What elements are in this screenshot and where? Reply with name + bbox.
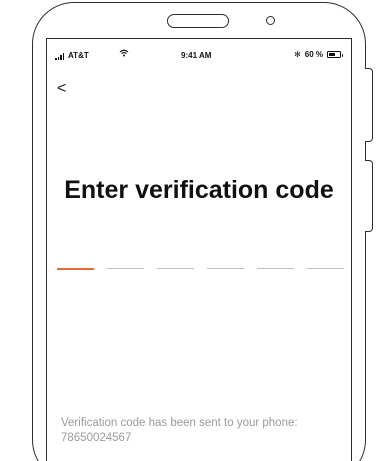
- wifi-icon: [119, 49, 129, 59]
- battery-icon: [327, 51, 343, 58]
- stage: AT&T 9:41 AM ✻ 60 % < Enter verification…: [0, 0, 390, 461]
- code-digit-slot[interactable]: [107, 268, 144, 269]
- code-digit-slot[interactable]: [257, 268, 294, 269]
- code-digit-slot[interactable]: [307, 268, 344, 269]
- volume-down-button: [365, 160, 373, 232]
- status-bar: AT&T 9:41 AM ✻ 60 %: [47, 47, 351, 63]
- speaker-grille: [167, 14, 229, 28]
- carrier-label: AT&T: [68, 51, 89, 60]
- phone-number: 78650024567: [61, 432, 132, 444]
- bluetooth-icon: ✻: [294, 50, 301, 59]
- code-digit-slot[interactable]: [57, 268, 94, 270]
- sent-message-text: Verification code has been sent to your …: [61, 417, 298, 429]
- code-digit-slot[interactable]: [157, 268, 194, 269]
- verification-code-input[interactable]: [57, 268, 344, 270]
- front-camera: [266, 16, 275, 25]
- battery-group: ✻ 60 %: [294, 50, 343, 59]
- status-time: 9:41 AM: [181, 51, 212, 60]
- battery-percent: 60 %: [304, 50, 323, 59]
- sent-message: Verification code has been sent to your …: [61, 416, 346, 446]
- code-digit-slot[interactable]: [207, 268, 244, 269]
- signal-icon: [55, 53, 64, 60]
- back-chevron-icon[interactable]: <: [57, 81, 66, 97]
- volume-up-button: [365, 68, 373, 142]
- carrier-group: AT&T: [55, 51, 89, 60]
- page-title: Enter verification code: [64, 176, 334, 204]
- phone-screen: AT&T 9:41 AM ✻ 60 % < Enter verification…: [46, 38, 352, 461]
- battery-level: [329, 53, 335, 56]
